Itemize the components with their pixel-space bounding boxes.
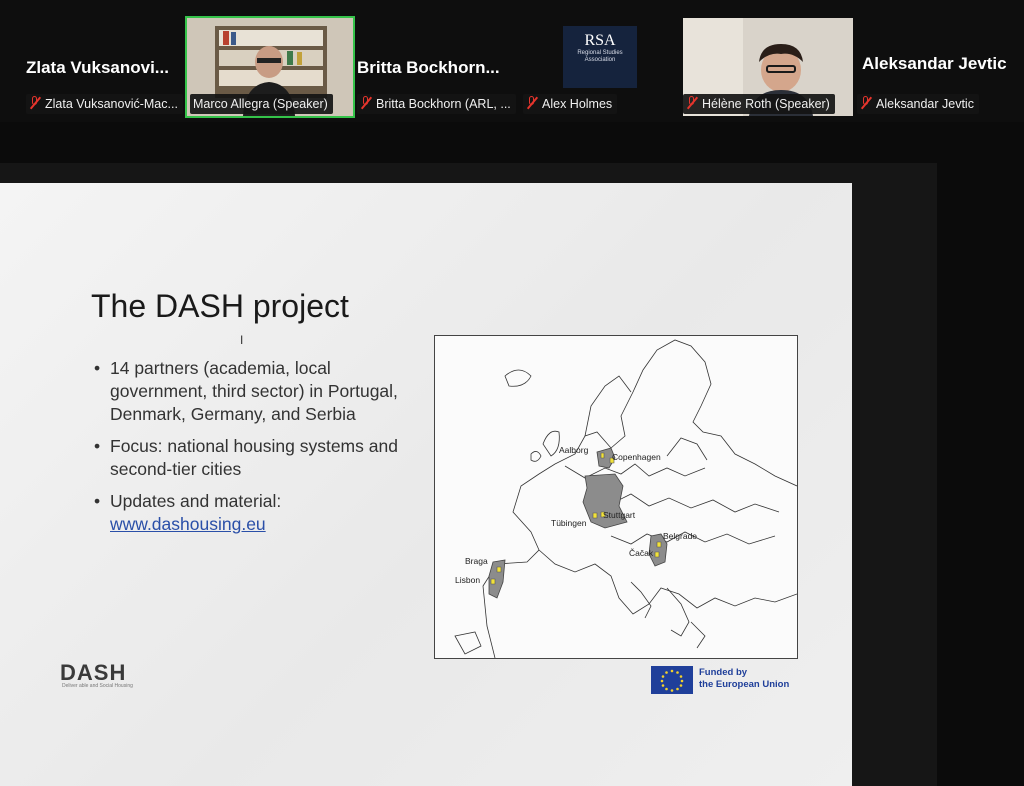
dash-logo-tagline: Deliver able and Social Housing <box>62 683 133 689</box>
city-label: Lisbon <box>455 575 480 585</box>
participant-tile[interactable]: Britta Bockhorn... Britta Bockhorn (ARL,… <box>357 18 523 116</box>
mic-muted-icon <box>860 96 872 110</box>
participant-caption: Marco Allegra (Speaker) <box>190 94 333 114</box>
mic-muted-icon <box>29 96 41 110</box>
participant-caption-text: Alex Holmes <box>542 97 613 111</box>
participant-strip: Zlata Vuksanovi... Zlata Vuksanović-Mac.… <box>0 0 1024 122</box>
participant-caption: Alex Holmes <box>523 94 618 114</box>
rsa-logo-mark: RSA <box>584 32 616 49</box>
shared-slide[interactable]: The DASH project I 14 partners (academia… <box>0 183 852 786</box>
participant-display-name: Britta Bockhorn... <box>357 58 500 77</box>
participant-tile[interactable]: Aleksandar Jevtic Aleksandar Jevtic <box>857 18 1017 116</box>
participant-caption-text: Marco Allegra (Speaker) <box>193 97 328 111</box>
participant-caption-text: Britta Bockhorn (ARL, ... <box>376 97 511 111</box>
eu-flag-icon <box>651 666 693 694</box>
bullet-item: 14 partners (academia, local government,… <box>92 357 422 426</box>
slide-title: The DASH project <box>91 288 349 324</box>
bullet-item: Focus: national housing systems and seco… <box>92 435 422 481</box>
europe-map-graphic: Aalborg Copenhagen Stuttgart Tübingen Be… <box>454 339 798 659</box>
funding-line: Funded by <box>699 667 748 678</box>
funding-statement: Funded by the European Union <box>699 667 789 691</box>
participant-caption: Zlata Vuksanović-Mac... <box>26 94 183 114</box>
slide-bullet-list: 14 partners (academia, local government,… <box>92 357 422 545</box>
participant-caption: Britta Bockhorn (ARL, ... <box>357 94 516 114</box>
participant-display-name: Zlata Vuksanovi... <box>26 58 169 77</box>
participant-tile[interactable]: RSA Regional Studies Association Alex Ho… <box>523 18 679 116</box>
participant-caption-text: Aleksandar Jevtic <box>876 97 974 111</box>
bullet-item: Updates and material: www.dashousing.eu <box>92 490 422 536</box>
participant-caption: Aleksandar Jevtic <box>857 94 979 114</box>
participant-tile[interactable]: Zlata Vuksanovi... Zlata Vuksanović-Mac.… <box>26 18 186 116</box>
city-label: Braga <box>465 556 488 566</box>
participant-display-name: Aleksandar Jevtic <box>862 54 1007 73</box>
rsa-logo: RSA Regional Studies Association <box>563 26 637 88</box>
city-label: Aalborg <box>559 445 589 455</box>
city-label: Copenhagen <box>612 452 661 462</box>
mic-muted-icon <box>526 96 538 110</box>
city-label: Stuttgart <box>603 510 636 520</box>
city-label: Belgrade <box>663 531 697 541</box>
mic-muted-icon <box>360 96 372 110</box>
text-cursor-icon: I <box>240 333 244 347</box>
mic-muted-icon <box>686 96 698 110</box>
participant-caption-text: Zlata Vuksanović-Mac... <box>45 97 178 111</box>
europe-map: Aalborg Copenhagen Stuttgart Tübingen Be… <box>434 335 798 659</box>
website-link[interactable]: www.dashousing.eu <box>110 514 266 534</box>
participant-caption: Hélène Roth (Speaker) <box>683 94 835 114</box>
participant-tile[interactable]: Hélène Roth (Speaker) <box>683 18 853 116</box>
participant-caption-text: Hélène Roth (Speaker) <box>702 97 830 111</box>
city-label: Tübingen <box>551 518 587 528</box>
participant-tile-active-speaker[interactable]: Marco Allegra (Speaker) <box>185 16 355 118</box>
funding-line: the European Union <box>699 679 790 690</box>
rsa-logo-subtext: Regional Studies Association <box>577 50 623 63</box>
city-label: Čačak <box>629 548 654 558</box>
bullet-text: Updates and material: <box>110 491 282 511</box>
